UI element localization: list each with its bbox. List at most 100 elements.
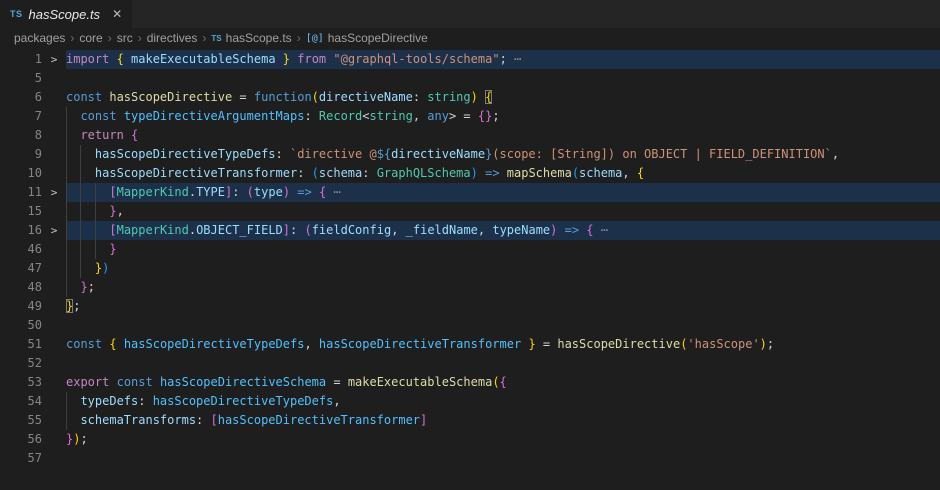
code-token: (scope: [String]) on OBJECT | FIELD_DEFI… [492, 147, 832, 161]
code-line[interactable]: 6const hasScopeDirective = function(dire… [0, 88, 940, 107]
breadcrumb-label: src [117, 31, 133, 45]
line-number[interactable]: 51 [0, 335, 42, 354]
code-token: } [283, 52, 290, 66]
code-line[interactable]: 49}; [0, 297, 940, 316]
code-line[interactable]: 55 schemaTransforms: [hasScopeDirectiveT… [0, 411, 940, 430]
line-number[interactable]: 16 [0, 221, 42, 240]
code-token: directiveName [391, 147, 485, 161]
code-token: Record [319, 109, 362, 123]
breadcrumb-item-packages[interactable]: packages [14, 31, 65, 45]
breadcrumb-separator: › [70, 31, 74, 45]
tab-hasscope[interactable]: TS hasScope.ts ✕ [0, 0, 132, 28]
fold-chevron-icon[interactable]: > [42, 50, 66, 69]
code-line-content: }; [66, 278, 940, 297]
line-number[interactable]: 54 [0, 392, 42, 411]
line-number[interactable]: 5 [0, 69, 42, 88]
line-number[interactable]: 55 [0, 411, 42, 430]
code-line[interactable]: 8 return { [0, 126, 940, 145]
code-line-content: export const hasScopeDirectiveSchema = m… [66, 373, 940, 392]
line-number[interactable]: 9 [0, 145, 42, 164]
code-line[interactable]: 56}); [0, 430, 940, 449]
close-icon[interactable]: ✕ [112, 8, 122, 20]
fold-gutter [42, 145, 66, 164]
line-number[interactable]: 15 [0, 202, 42, 221]
line-number[interactable]: 56 [0, 430, 42, 449]
code-line[interactable]: 52 [0, 354, 940, 373]
code-token: . [189, 185, 196, 199]
fold-gutter [42, 316, 66, 335]
typescript-file-icon: TS [211, 34, 221, 43]
code-token: MapperKind [117, 223, 189, 237]
code-line[interactable]: 47 }) [0, 259, 940, 278]
code-token: schema [319, 166, 362, 180]
code-line[interactable]: 5 [0, 69, 940, 88]
breadcrumb-item-src[interactable]: src [117, 31, 133, 45]
code-token: hasScopeDirectiveTransformer [319, 337, 521, 351]
line-number[interactable]: 47 [0, 259, 42, 278]
code-token: : [290, 223, 304, 237]
line-number[interactable]: 53 [0, 373, 42, 392]
fold-gutter [42, 392, 66, 411]
code-line[interactable]: 15 }, [0, 202, 940, 221]
line-number[interactable]: 52 [0, 354, 42, 373]
code-line[interactable]: 46 } [0, 240, 940, 259]
line-number[interactable]: 57 [0, 449, 42, 468]
code-token: OBJECT_FIELD [196, 223, 283, 237]
code-editor[interactable]: 1>import { makeExecutableSchema } from "… [0, 48, 940, 490]
code-token: hasScopeDirectiveTransformer [218, 413, 420, 427]
code-line[interactable]: 57 [0, 449, 940, 468]
breadcrumb: packages›core›src›directives›TShasScope.… [0, 28, 940, 48]
code-line[interactable]: 53 export const hasScopeDirectiveSchema =… [0, 373, 940, 392]
code-token: `directive @ [290, 147, 377, 161]
fold-chevron-icon[interactable]: > [42, 221, 66, 240]
code-line[interactable]: 50 [0, 316, 940, 335]
code-token: hasScopeDirectiveTransformer [95, 166, 297, 180]
code-token [66, 223, 109, 237]
code-line[interactable]: 9 hasScopeDirectiveTypeDefs: `directive … [0, 145, 940, 164]
breadcrumb-item-hasscope-ts[interactable]: TShasScope.ts [211, 31, 291, 45]
code-token: : [413, 90, 427, 104]
code-token [500, 166, 507, 180]
code-line-content: }; [66, 297, 940, 316]
code-line-content: const typeDirectiveArgumentMaps: Record<… [66, 107, 940, 126]
code-line[interactable]: 16> [MapperKind.OBJECT_FIELD]: (fieldCon… [0, 221, 940, 240]
line-number[interactable]: 48 [0, 278, 42, 297]
line-number[interactable]: 49 [0, 297, 42, 316]
line-number[interactable]: 6 [0, 88, 42, 107]
fold-chevron-icon[interactable]: > [42, 183, 66, 202]
line-number[interactable]: 7 [0, 107, 42, 126]
line-number[interactable]: 10 [0, 164, 42, 183]
code-token: schema [579, 166, 622, 180]
code-token: ${ [377, 147, 391, 161]
breadcrumb-separator: › [108, 31, 112, 45]
code-line[interactable]: 10 hasScopeDirectiveTransformer: (schema… [0, 164, 940, 183]
code-line-content [66, 69, 940, 88]
line-number[interactable]: 8 [0, 126, 42, 145]
code-token [66, 128, 80, 142]
code-line[interactable]: 51const { hasScopeDirectiveTypeDefs, has… [0, 335, 940, 354]
breadcrumb-item-core[interactable]: core [79, 31, 102, 45]
line-number[interactable]: 11 [0, 183, 42, 202]
line-number[interactable]: 46 [0, 240, 42, 259]
code-line[interactable]: 54 typeDefs: hasScopeDirectiveTypeDefs, [0, 392, 940, 411]
code-line[interactable]: 11> [MapperKind.TYPE]: (type) => { ⋯ [0, 183, 940, 202]
folded-code-ellipsis: ⋯ [594, 223, 608, 237]
code-token: TYPE [196, 185, 225, 199]
code-line[interactable]: 7 const typeDirectiveArgumentMaps: Recor… [0, 107, 940, 126]
code-token: typeDirectiveArgumentMaps [124, 109, 305, 123]
breadcrumb-item-hasscopedirective[interactable]: [@]hasScopeDirective [306, 31, 428, 45]
code-line[interactable]: 48 }; [0, 278, 940, 297]
code-line[interactable]: 1>import { makeExecutableSchema } from "… [0, 50, 940, 69]
code-token: { [485, 90, 492, 104]
fold-gutter [42, 69, 66, 88]
line-number[interactable]: 50 [0, 316, 42, 335]
code-token: => [565, 223, 579, 237]
code-token [153, 375, 160, 389]
line-number[interactable]: 1 [0, 50, 42, 69]
code-token [109, 52, 116, 66]
breadcrumb-item-directives[interactable]: directives [147, 31, 198, 45]
code-token: ] [420, 413, 427, 427]
breadcrumb-separator: › [138, 31, 142, 45]
code-token: return [80, 128, 123, 142]
code-token: MapperKind [117, 185, 189, 199]
